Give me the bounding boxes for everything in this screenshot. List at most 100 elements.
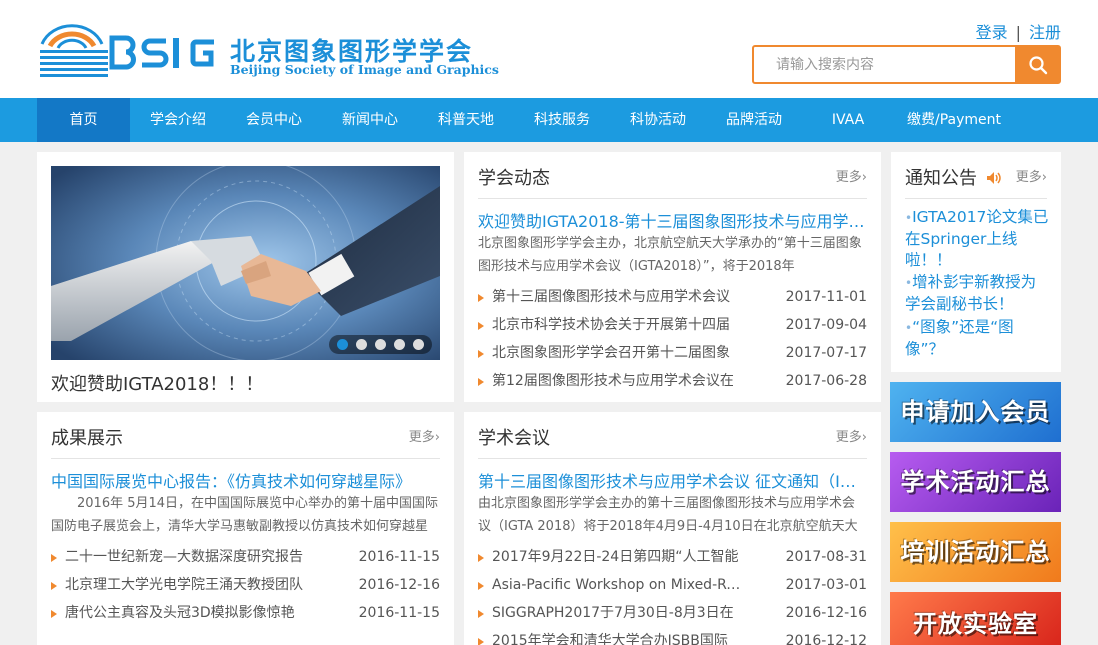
item-title: 2017年9月22日-24日第四期“人工智能	[492, 549, 739, 565]
item-title: SIGGRAPH2017于7月30日-8月3日在	[492, 605, 734, 621]
item-title: 北京图象图形学学会召开第十二届图象	[492, 345, 730, 361]
list-item[interactable]: 第十三届图像图形技术与应用学术会议 2017-11-01	[478, 283, 867, 311]
open-lab-banner[interactable]: 开放实验室	[890, 592, 1061, 645]
nav-item-association[interactable]: 科协活动	[610, 98, 706, 142]
divider	[478, 458, 867, 459]
bullet-icon	[478, 638, 484, 645]
slider-dot[interactable]	[413, 339, 424, 350]
item-title: Asia-Pacific Workshop on Mixed-Reality	[492, 577, 742, 593]
divider	[478, 198, 867, 199]
achievements-headline[interactable]: 中国国际展览中心报告：《仿真技术如何穿越星际》	[51, 468, 440, 492]
more-label: 更多	[835, 430, 862, 445]
item-date: 2016-12-12	[785, 633, 867, 645]
register-link[interactable]: 注册	[1029, 23, 1061, 42]
logo-english-name: Beijing Society of Image and Graphics	[230, 62, 499, 77]
item-date: 2016-11-15	[358, 605, 440, 621]
item-date: 2017-06-28	[785, 373, 867, 389]
bullet-icon	[478, 350, 484, 358]
notice-item[interactable]: •IGTA2017论文集已在Springer上线啦！！	[905, 207, 1049, 271]
nav-item-brand[interactable]: 品牌活动	[706, 98, 802, 142]
news-panel: 学会动态 更多› 欢迎赞助IGTA2018-第十三届图象图形技术与应用学术会议 …	[464, 152, 881, 402]
nav-item-ivaa[interactable]: IVAA	[802, 98, 894, 142]
nav-item-payment[interactable]: 缴费/Payment	[894, 98, 1014, 142]
more-label: 更多	[408, 430, 435, 445]
list-item[interactable]: 北京图象图形学学会召开第十二届图象 2017-07-17	[478, 339, 867, 367]
slider-dot[interactable]	[356, 339, 367, 350]
slider-image[interactable]	[51, 166, 440, 360]
list-item[interactable]: 2017年9月22日-24日第四期“人工智能 2017-08-31	[478, 543, 867, 571]
item-title: 北京市科学技术协会关于开展第十四届	[492, 317, 730, 333]
news-headline[interactable]: 欢迎赞助IGTA2018-第十三届图象图形技术与应用学术会议	[478, 208, 867, 232]
notice-item[interactable]: •“图象”还是“图像”？	[905, 317, 1049, 360]
notices-more-link[interactable]: 更多›	[1016, 166, 1047, 185]
notice-text: 增补彭宇新教授为学会副秘书长！	[905, 273, 1037, 313]
item-title: 第十三届图像图形技术与应用学术会议	[492, 289, 730, 305]
academic-events-banner[interactable]: 学术活动汇总	[890, 452, 1061, 512]
login-link[interactable]: 登录	[976, 23, 1008, 42]
conferences-headline[interactable]: 第十三届图像图形技术与应用学术会议 征文通知（IGTA2018）	[478, 468, 867, 492]
list-item[interactable]: 北京市科学技术协会关于开展第十四届 2017-09-04	[478, 311, 867, 339]
conferences-title: 学术会议	[478, 428, 550, 449]
item-title: 二十一世纪新宠—大数据深度研究报告	[65, 549, 303, 565]
list-item[interactable]: 2015年学会和清华大学合办ISBB国际 2016-12-12	[478, 627, 867, 645]
nav-item-members[interactable]: 会员中心	[226, 98, 322, 142]
search-button[interactable]	[1015, 46, 1060, 83]
slider-dot[interactable]	[394, 339, 405, 350]
banner-label: 申请加入会员	[900, 398, 1051, 426]
achievements-panel: 成果展示 更多› 中国国际展览中心报告：《仿真技术如何穿越星际》 2016年 5…	[37, 412, 454, 645]
site-logo[interactable]: 北京图象图形学学会 Beijing Society of Image and G…	[36, 14, 499, 84]
search-input[interactable]	[754, 47, 1016, 82]
bullet-icon	[478, 378, 484, 386]
nav-item-about[interactable]: 学会介绍	[130, 98, 226, 142]
conferences-more-link[interactable]: 更多›	[836, 426, 867, 445]
list-item[interactable]: 二十一世纪新宠—大数据深度研究报告 2016-11-15	[51, 543, 440, 571]
achievements-more-link[interactable]: 更多›	[409, 426, 440, 445]
list-item[interactable]: 北京理工大学光电学院王涌天教授团队 2016-12-16	[51, 571, 440, 599]
item-date: 2016-12-16	[785, 605, 867, 621]
news-summary: 北京图象图形学学会主办，北京航空航天大学承办的“第十三届图象图形技术与应用学术会…	[478, 236, 862, 274]
banner-label: 培训活动汇总	[900, 538, 1051, 566]
item-date: 2017-09-04	[785, 317, 867, 333]
notices-title: 通知公告	[905, 164, 1002, 190]
chevron-right-icon: ›	[1041, 170, 1047, 185]
bullet-icon	[478, 554, 484, 562]
item-title: 2015年学会和清华大学合办ISBB国际	[492, 633, 728, 645]
nav-item-news[interactable]: 新闻中心	[322, 98, 418, 142]
slider-dot[interactable]	[375, 339, 386, 350]
search-icon	[1028, 55, 1047, 74]
conferences-summary: 由北京图象图形学学会主办的第十三届图像图形技术与应用学术会议（IGTA 2018…	[478, 496, 858, 534]
list-item[interactable]: 唐代公主真容及头冠3D模拟影像惊艳 2016-11-15	[51, 599, 440, 627]
bullet-icon	[51, 582, 57, 590]
bullet-icon	[478, 582, 484, 590]
conferences-panel: 学术会议 更多› 第十三届图像图形技术与应用学术会议 征文通知（IGTA2018…	[464, 412, 881, 645]
item-date: 2017-07-17	[785, 345, 867, 361]
banner-label: 开放实验室	[913, 610, 1038, 638]
news-more-link[interactable]: 更多›	[836, 166, 867, 185]
search-box	[752, 45, 1061, 84]
slider-dot[interactable]	[337, 339, 348, 350]
auth-links: 登录 | 注册	[976, 19, 1061, 43]
more-label: 更多	[835, 170, 862, 185]
join-member-banner[interactable]: 申请加入会员	[890, 382, 1061, 442]
list-item[interactable]: SIGGRAPH2017于7月30日-8月3日在 2016-12-16	[478, 599, 867, 627]
notice-item[interactable]: •增补彭宇新教授为学会副秘书长！	[905, 272, 1049, 315]
speaker-icon	[986, 172, 1001, 184]
item-title: 北京理工大学光电学院王涌天教授团队	[65, 577, 303, 593]
item-date: 2016-11-15	[358, 549, 440, 565]
list-item[interactable]: 第12届图像图形技术与应用学术会议在 2017-06-28	[478, 367, 867, 395]
handshake-image	[51, 166, 440, 360]
list-item[interactable]: Asia-Pacific Workshop on Mixed-Reality 20…	[478, 571, 867, 599]
nav-item-services[interactable]: 科技服务	[514, 98, 610, 142]
notices-panel: 通知公告 更多› •IGTA2017论文集已在Springer上线啦！！ •增补…	[891, 152, 1061, 372]
item-date: 2016-12-16	[358, 577, 440, 593]
item-date: 2017-11-01	[785, 289, 867, 305]
slider-caption[interactable]: 欢迎赞助IGTA2018！！！	[51, 370, 263, 396]
notice-text: IGTA2017论文集已在Springer上线啦！！	[905, 208, 1049, 269]
nav-item-home[interactable]: 首页	[37, 98, 130, 142]
banner-label: 学术活动汇总	[900, 468, 1051, 496]
achievements-summary: 2016年 5月14日，在中国国际展览中心举办的第十届中国国际国防电子展览会上，…	[51, 496, 439, 534]
nav-item-science[interactable]: 科普天地	[418, 98, 514, 142]
achievements-title: 成果展示	[51, 428, 123, 449]
chevron-right-icon: ›	[861, 430, 867, 445]
training-events-banner[interactable]: 培训活动汇总	[890, 522, 1061, 582]
